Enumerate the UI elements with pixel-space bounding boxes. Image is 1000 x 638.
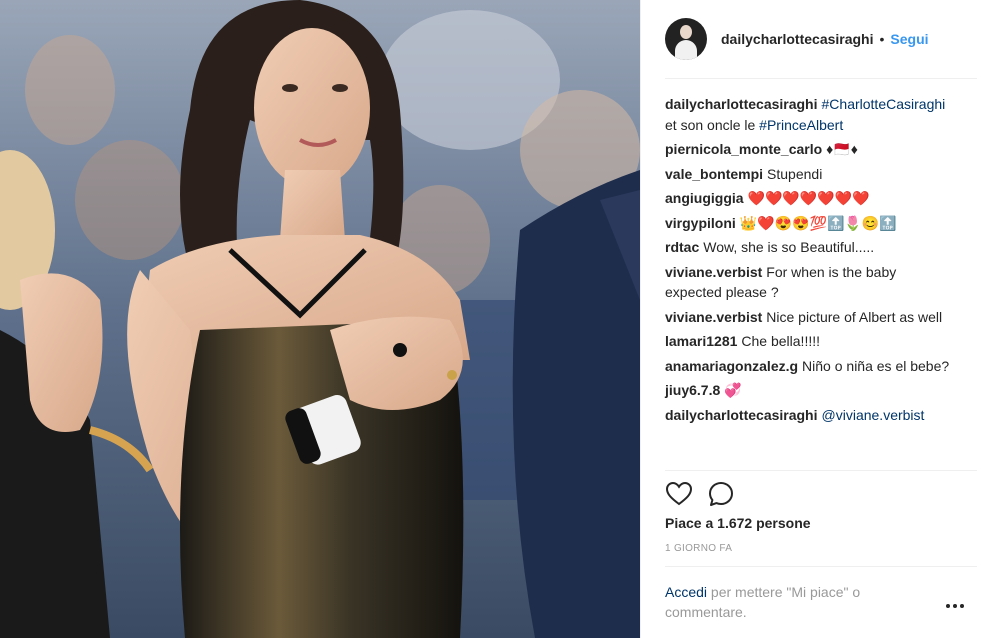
post-actions <box>665 480 735 508</box>
comment-username[interactable]: virgypiloni <box>665 215 736 231</box>
comment-text: Wow, she is so Beautiful..... <box>703 239 875 255</box>
comment-item: viviane.verbist Nice picture of Albert as… <box>665 307 955 328</box>
heart-outline-icon[interactable] <box>665 480 693 508</box>
comment-text: ♦🇲🇨♦ <box>826 141 858 157</box>
post-photo[interactable] <box>0 0 640 638</box>
comments-list[interactable]: dailycharlottecasiraghi #CharlotteCasirag… <box>665 94 955 429</box>
likes-count[interactable]: Piace a 1.672 persone <box>665 515 811 531</box>
comment-tag-link[interactable]: #CharlotteCasiraghi <box>822 96 946 112</box>
comment-item: angiugiggia ❤️❤️❤️❤️❤️❤️❤️ <box>665 188 955 209</box>
comment-text: Nice picture of Albert as well <box>766 308 943 325</box>
comment-item: jiuy6.7.8 💞 <box>665 380 955 401</box>
comment-text: Niño o niña es el bebe? <box>802 357 950 374</box>
comment-item: piernicola_monte_carlo ♦🇲🇨♦ <box>665 139 955 160</box>
comment-username[interactable]: dailycharlottecasiraghi <box>665 407 818 423</box>
comment-item: lamari1281 Che bella!!!!! <box>665 331 955 352</box>
comment-item: dailycharlottecasiraghi #CharlotteCasirag… <box>665 94 955 135</box>
comment-text: 💞 <box>724 382 742 398</box>
comment-item: rdtac Wow, she is so Beautiful..... <box>665 237 955 258</box>
comment-tag-link[interactable]: @viviane.verbist <box>822 407 925 423</box>
header-divider <box>665 78 977 79</box>
post-side-panel: dailycharlottecasiraghi • Segui dailycha… <box>640 0 1000 638</box>
comment-text: ❤️❤️❤️❤️❤️❤️❤️ <box>747 190 870 206</box>
login-link[interactable]: Accedi <box>665 584 707 600</box>
comment-text: 👑❤️😍😍💯🔝🌷😊🔝 <box>739 214 897 231</box>
comment-username[interactable]: lamari1281 <box>665 333 737 349</box>
comment-text: et son oncle le <box>665 116 760 133</box>
comment-username[interactable]: vale_bontempi <box>665 166 763 182</box>
comment-text: Stupendi <box>767 165 823 182</box>
comment-item: virgypiloni 👑❤️😍😍💯🔝🌷😊🔝 <box>665 213 955 234</box>
post-timestamp: 1 GIORNO FA <box>665 543 733 554</box>
comment-username[interactable]: angiugiggia <box>665 190 744 206</box>
comment-username[interactable]: dailycharlottecasiraghi <box>665 96 818 112</box>
comment-username[interactable]: viviane.verbist <box>665 264 762 280</box>
comment-username[interactable]: jiuy6.7.8 <box>665 382 720 398</box>
avatar[interactable] <box>665 18 707 60</box>
comment-username[interactable]: piernicola_monte_carlo <box>665 141 822 157</box>
comment-item: anamariagonzalez.g Niño o niña es el bebe… <box>665 356 955 377</box>
photo-illustration <box>0 0 640 638</box>
comment-item: viviane.verbist For when is the baby expe… <box>665 262 955 303</box>
comments-divider <box>665 470 977 471</box>
login-prompt: Accedi per mettere "Mi piace" o commenta… <box>665 582 915 622</box>
separator-dot: • <box>879 31 885 47</box>
comment-item: vale_bontempi Stupendi <box>665 164 955 185</box>
follow-button[interactable]: Segui <box>890 31 928 47</box>
post-username[interactable]: dailycharlottecasiraghi <box>721 31 874 47</box>
comment-username[interactable]: anamariagonzalez.g <box>665 358 798 374</box>
comment-item: dailycharlottecasiraghi @viviane.verbist <box>665 405 955 426</box>
footer-divider <box>665 566 977 567</box>
more-options-icon[interactable] <box>945 596 965 616</box>
comment-username[interactable]: viviane.verbist <box>665 309 762 325</box>
comment-username[interactable]: rdtac <box>665 239 699 255</box>
comment-text: Che bella!!!!! <box>741 333 821 349</box>
post-header: dailycharlottecasiraghi • Segui <box>641 0 1000 78</box>
comment-bubble-icon[interactable] <box>707 480 735 508</box>
comment-tag-link[interactable]: #PrinceAlbert <box>759 117 843 133</box>
